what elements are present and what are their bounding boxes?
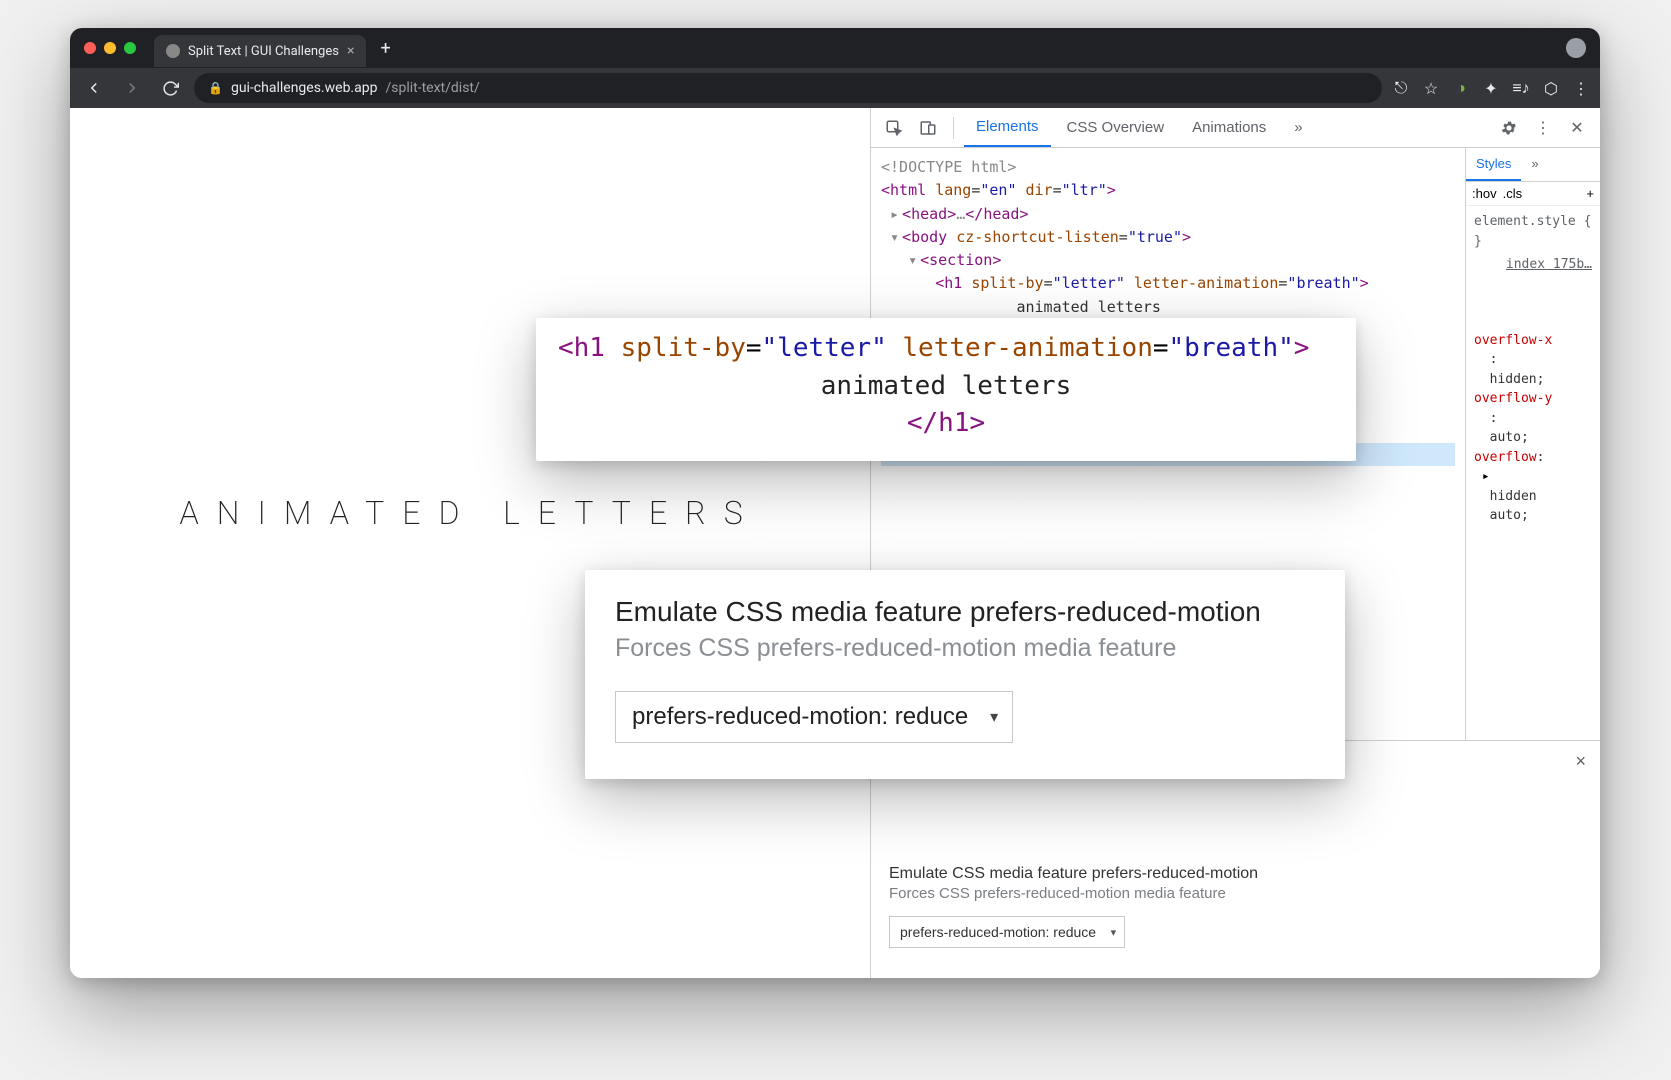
url-path: /split-text/dist/	[385, 80, 479, 96]
browser-tab[interactable]: Split Text | GUI Challenges ×	[154, 35, 366, 67]
callout-select-value: prefers-reduced-motion: reduce	[632, 703, 968, 731]
new-tab-button[interactable]: +	[380, 38, 390, 59]
bookmark-star-icon[interactable]: ☆	[1422, 79, 1440, 97]
browser-window: Split Text | GUI Challenges × + 🔒 gui-ch…	[70, 28, 1600, 978]
settings-gear-icon[interactable]	[1494, 113, 1524, 143]
tab-styles[interactable]: Styles	[1466, 148, 1521, 181]
device-toolbar-icon[interactable]	[913, 113, 943, 143]
brace-close: }	[1474, 232, 1592, 252]
extension2-icon[interactable]: ⬡	[1542, 79, 1560, 97]
rendering-callout: Emulate CSS media feature prefers-reduce…	[585, 570, 1345, 779]
rendered-page: ANIMATED LETTERS	[70, 108, 870, 978]
styles-rules[interactable]: element.style { } index 175b… overflow-x…	[1466, 206, 1600, 532]
extension-icons: ⎋ ☆ ◑ ✦ ≡♪ ⬡ ⋮	[1392, 79, 1590, 97]
devtools-close-icon[interactable]: ✕	[1562, 113, 1592, 143]
callout-h1-close: </h1>	[558, 405, 1334, 443]
h1-text-line: animated letters	[881, 296, 1455, 319]
decl-overflow: overflow: ▸ hidden auto;	[1474, 448, 1592, 526]
close-tab-button[interactable]: ×	[347, 43, 354, 59]
back-button[interactable]	[80, 74, 108, 102]
reload-button[interactable]	[156, 74, 184, 102]
decl-overflowx: overflow-x : hidden;	[1474, 331, 1592, 390]
address-bar[interactable]: 🔒 gui-challenges.web.app/split-text/dist…	[194, 73, 1382, 103]
extension-icon[interactable]: ◑	[1452, 79, 1470, 97]
profile-avatar-icon[interactable]	[1566, 38, 1586, 58]
devtools-tabbar: Elements CSS Overview Animations » ⋮ ✕	[871, 108, 1600, 148]
rendering-title: Emulate CSS media feature prefers-reduce…	[889, 865, 1582, 883]
callout-title: Emulate CSS media feature prefers-reduce…	[615, 596, 1315, 628]
html-open-line: <html lang="en" dir="ltr">	[881, 179, 1455, 202]
forward-button[interactable]	[118, 74, 146, 102]
devtools-panel: Elements CSS Overview Animations » ⋮ ✕ <…	[870, 108, 1600, 978]
callout-h1-open: <h1 split-by="letter" letter-animation="…	[558, 330, 1334, 368]
body-line[interactable]: ▾<body cz-shortcut-listen="true">	[881, 226, 1455, 249]
rendering-subtitle: Forces CSS prefers-reduced-motion media …	[889, 885, 1582, 902]
select-value: prefers-reduced-motion: reduce	[900, 924, 1096, 940]
favicon-icon	[166, 44, 180, 58]
tab-elements[interactable]: Elements	[964, 108, 1051, 147]
minimize-window-button[interactable]	[104, 42, 116, 54]
element-style: element.style {	[1474, 212, 1592, 232]
devtools-kebab-icon[interactable]: ⋮	[1528, 113, 1558, 143]
window-controls	[84, 42, 136, 54]
decl-overflowy: overflow-y : auto;	[1474, 389, 1592, 448]
kebab-menu-icon[interactable]: ⋮	[1572, 79, 1590, 97]
tabs-overflow-icon[interactable]: »	[1282, 108, 1314, 147]
source-link[interactable]: index 175b…	[1474, 255, 1592, 275]
page-heading: ANIMATED LETTERS	[179, 494, 760, 532]
inspect-element-icon[interactable]	[879, 113, 909, 143]
puzzle-icon[interactable]: ✦	[1482, 79, 1500, 97]
reading-list-icon[interactable]: ≡♪	[1512, 79, 1530, 97]
prefers-reduced-motion-select[interactable]: prefers-reduced-motion: reduce	[889, 916, 1125, 948]
h1-line[interactable]: <h1 split-by="letter" letter-animation="…	[881, 272, 1455, 295]
tab-css-overview[interactable]: CSS Overview	[1055, 108, 1177, 147]
callout-subtitle: Forces CSS prefers-reduced-motion media …	[615, 634, 1315, 663]
titlebar: Split Text | GUI Challenges × +	[70, 28, 1600, 68]
callout-select[interactable]: prefers-reduced-motion: reduce	[615, 691, 1013, 743]
tab-animations[interactable]: Animations	[1180, 108, 1278, 147]
url-host: gui-challenges.web.app	[231, 80, 378, 96]
styles-tabs: Styles »	[1466, 148, 1600, 182]
close-window-button[interactable]	[84, 42, 96, 54]
browser-toolbar: 🔒 gui-challenges.web.app/split-text/dist…	[70, 68, 1600, 108]
callout-h1-text: animated letters	[558, 368, 1334, 406]
section-line[interactable]: ▾<section>	[881, 249, 1455, 272]
maximize-window-button[interactable]	[124, 42, 136, 54]
code-callout: <h1 split-by="letter" letter-animation="…	[536, 318, 1356, 461]
tab-title: Split Text | GUI Challenges	[188, 44, 339, 59]
cls-toggle[interactable]: .cls	[1503, 186, 1523, 201]
new-style-button[interactable]: +	[1586, 186, 1594, 201]
doctype-line: <!DOCTYPE html>	[881, 156, 1455, 179]
drawer-close-icon[interactable]: ×	[1575, 751, 1586, 772]
styles-toolbar: :hov .cls +	[1466, 182, 1600, 206]
separator	[953, 117, 954, 139]
lock-icon: 🔒	[208, 81, 223, 95]
styles-tabs-overflow[interactable]: »	[1521, 148, 1548, 181]
translate-icon[interactable]: ⎋	[1392, 79, 1410, 97]
head-line[interactable]: ▸<head>…</head>	[881, 203, 1455, 226]
styles-pane: Styles » :hov .cls + element.style { } i…	[1465, 148, 1600, 740]
hov-toggle[interactable]: :hov	[1472, 186, 1497, 201]
content-area: ANIMATED LETTERS Elements CSS Overview A…	[70, 108, 1600, 978]
